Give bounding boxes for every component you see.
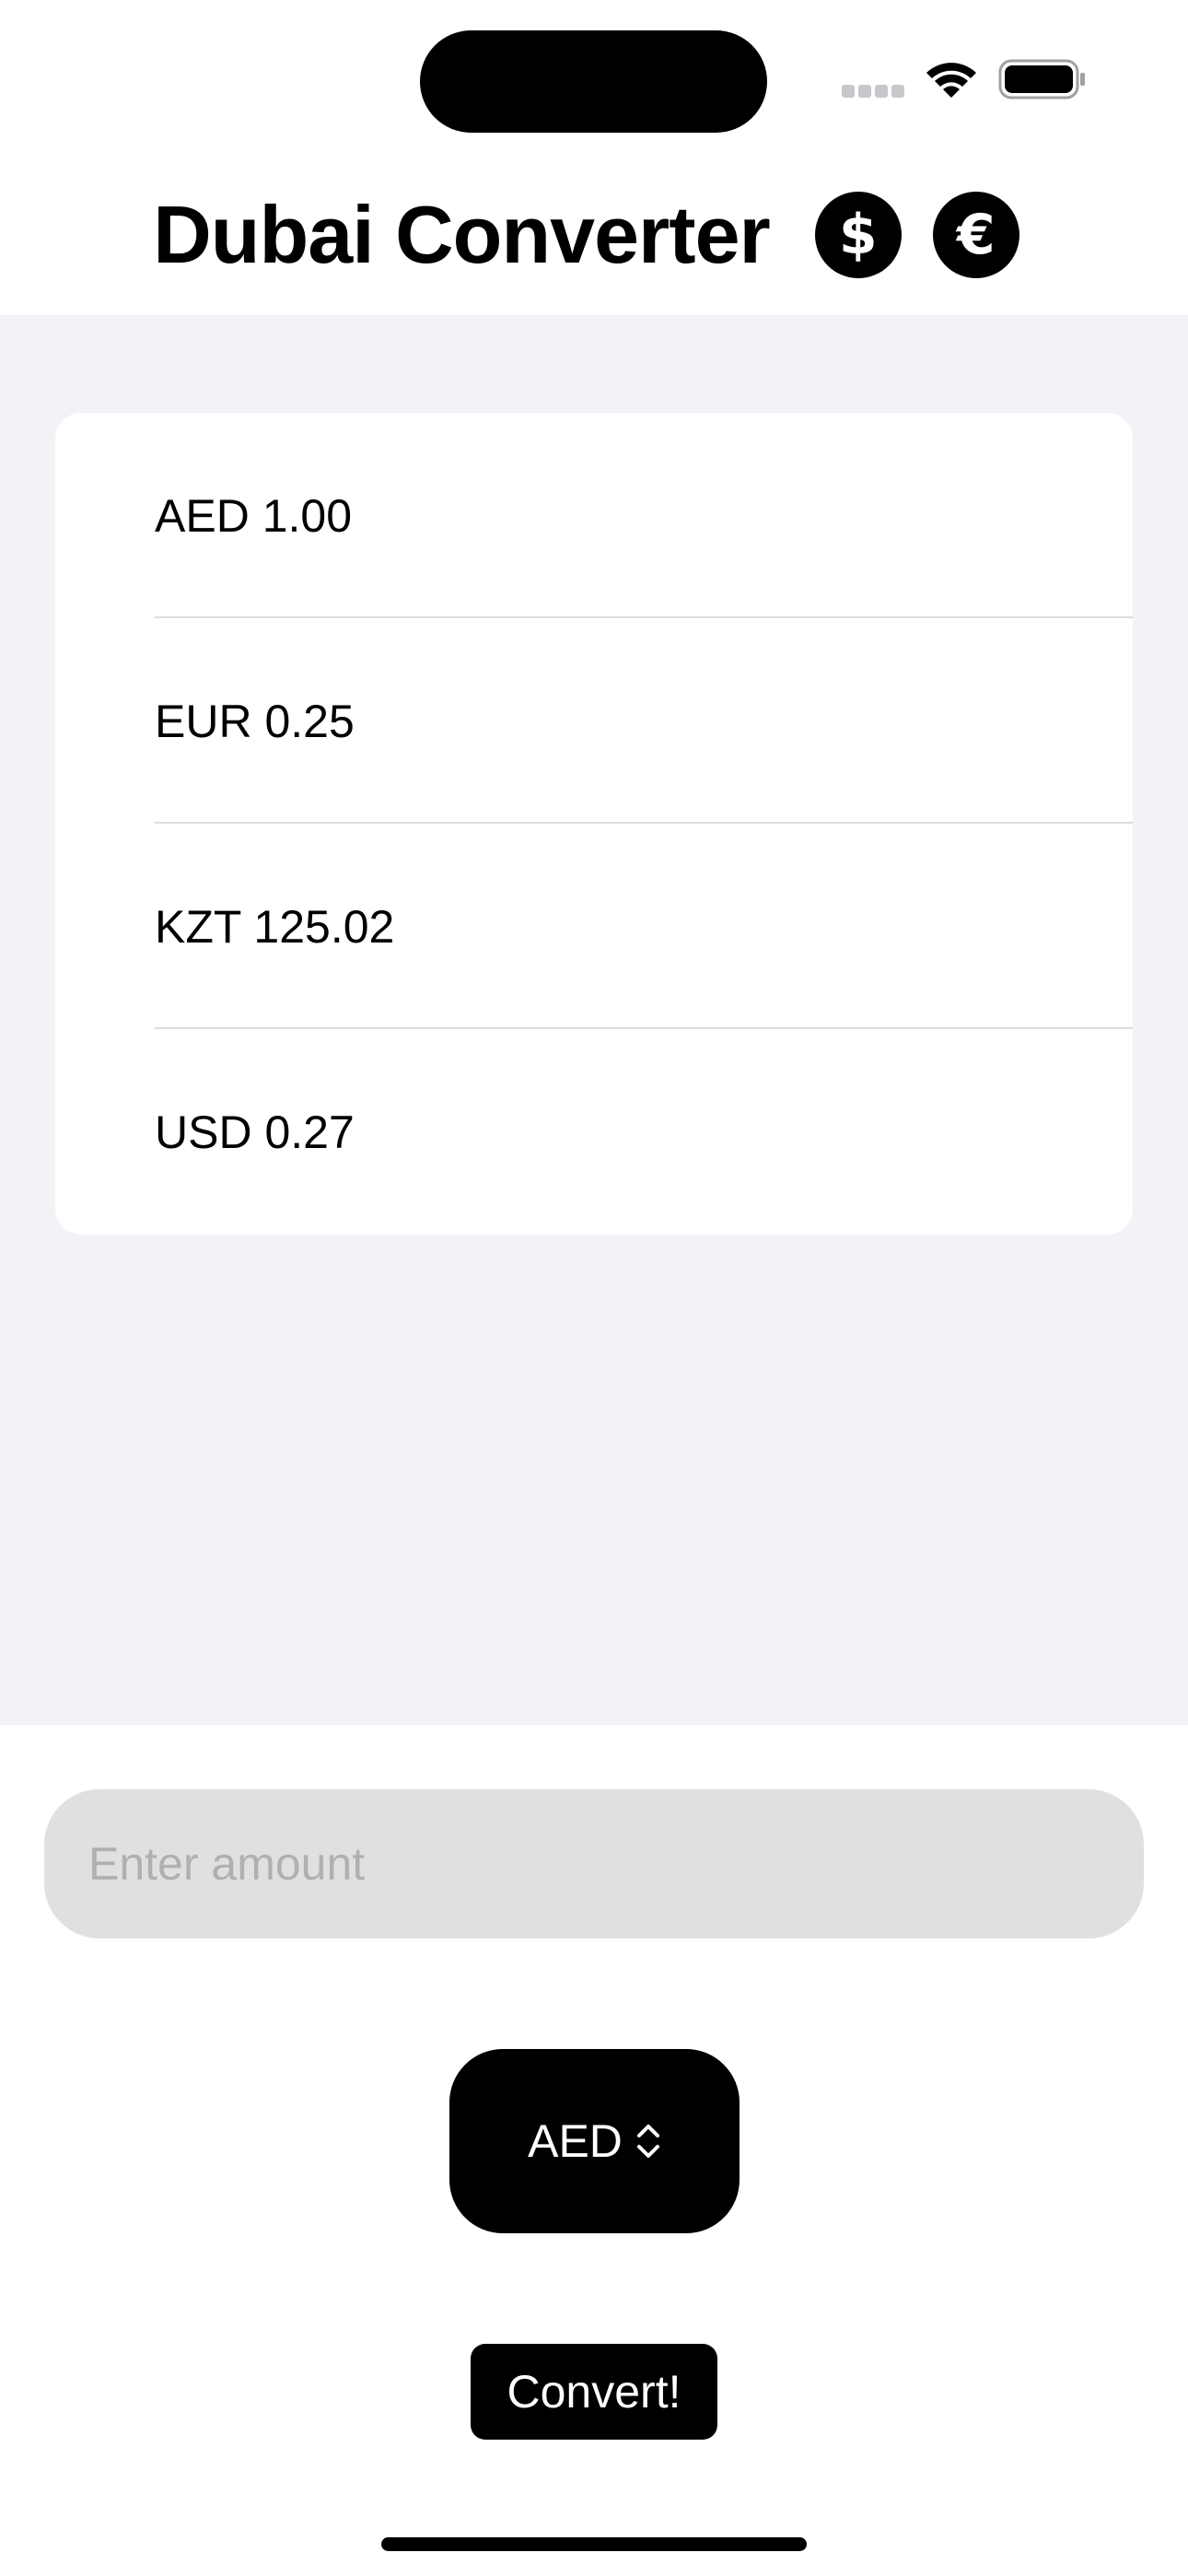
list-item[interactable]: EUR 0.25	[55, 618, 1133, 824]
wifi-icon	[926, 63, 976, 98]
rate-label: AED 1.00	[155, 489, 353, 542]
convert-button[interactable]: Convert!	[471, 2344, 717, 2440]
list-item[interactable]: USD 0.27	[55, 1029, 1133, 1235]
cellular-signal-icon	[842, 85, 904, 98]
list-item[interactable]: KZT 125.02	[55, 824, 1133, 1029]
rate-label: EUR 0.25	[155, 695, 355, 747]
amount-input[interactable]	[44, 1789, 1144, 1938]
dynamic-island	[420, 30, 767, 133]
page-title: Dubai Converter	[153, 189, 771, 280]
header: Dubai Converter $ €	[0, 157, 1188, 313]
rates-list-area: AED 1.00 EUR 0.25 KZT 125.02 USD 0.27	[0, 315, 1188, 1725]
home-indicator[interactable]	[381, 2537, 807, 2551]
chevron-up-down-icon	[636, 2125, 659, 2158]
list-item[interactable]: AED 1.00	[55, 413, 1133, 618]
currency-picker-label: AED	[528, 2115, 623, 2167]
euro-icon[interactable]: €	[932, 192, 1019, 278]
dollar-icon[interactable]: $	[814, 192, 902, 278]
rates-list: AED 1.00 EUR 0.25 KZT 125.02 USD 0.27	[55, 413, 1133, 1235]
status-bar	[0, 0, 1188, 157]
rate-label: USD 0.27	[155, 1106, 355, 1158]
app-screen: Dubai Converter $ € AED 1.00 EUR 0.25 KZ…	[0, 0, 1188, 2576]
rate-label: KZT 125.02	[155, 900, 395, 953]
battery-icon	[998, 59, 1085, 100]
currency-picker[interactable]: AED	[449, 2049, 740, 2233]
